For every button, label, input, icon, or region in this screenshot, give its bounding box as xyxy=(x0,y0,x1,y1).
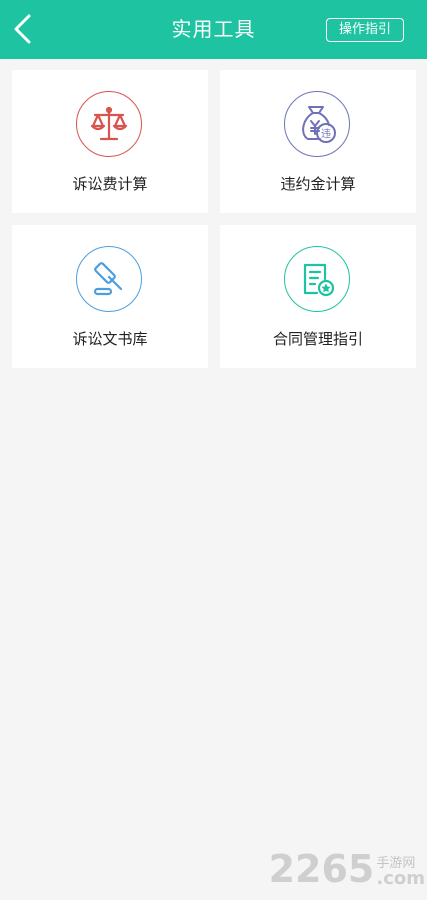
tool-label: 诉讼文书库 xyxy=(72,330,148,348)
money-bag-icon: 违 xyxy=(284,91,350,157)
watermark-com: .com xyxy=(376,868,425,889)
scales-icon xyxy=(76,91,142,157)
watermark-number: 2265 xyxy=(268,847,375,891)
gavel-icon xyxy=(76,246,142,312)
site-watermark: 2265 手游网 .com xyxy=(269,850,425,888)
contract-icon xyxy=(284,246,350,312)
tool-card-document-library[interactable]: 诉讼文书库 xyxy=(12,225,208,368)
tool-label: 诉讼费计算 xyxy=(72,175,148,193)
operation-guide-button[interactable]: 操作指引 xyxy=(326,18,404,42)
tool-label: 合同管理指引 xyxy=(272,330,363,348)
tool-label: 违约金计算 xyxy=(280,175,356,193)
tool-card-contract-guide[interactable]: 合同管理指引 xyxy=(220,225,416,368)
app-header: 实用工具 操作指引 xyxy=(0,0,427,59)
tool-card-penalty[interactable]: 违 违约金计算 xyxy=(220,70,416,213)
svg-text:违: 违 xyxy=(321,128,331,140)
tool-card-litigation-fee[interactable]: 诉讼费计算 xyxy=(12,70,208,213)
